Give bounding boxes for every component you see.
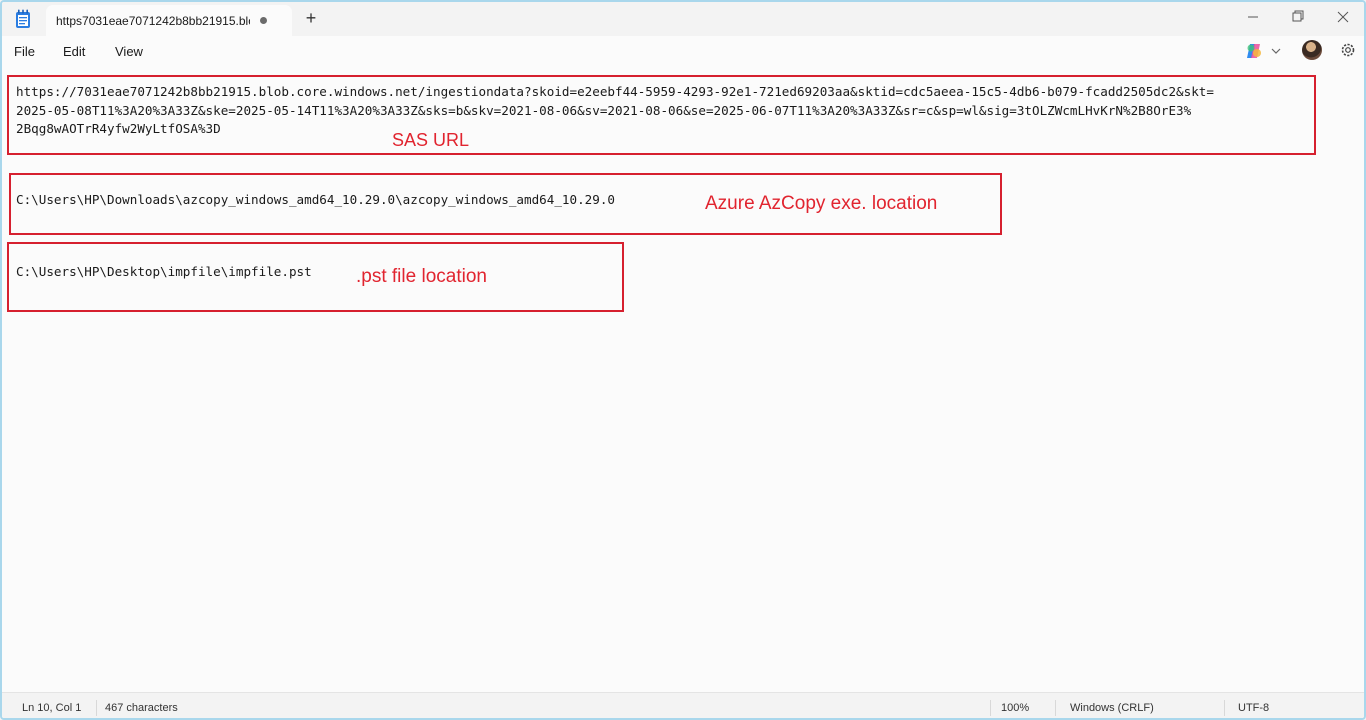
notepad-icon — [16, 9, 30, 28]
menu-edit[interactable]: Edit — [63, 44, 85, 59]
new-tab-button[interactable]: + — [300, 8, 322, 30]
sas-url-annotation: SAS URL — [392, 130, 470, 150]
pst-highlight-box — [7, 242, 624, 312]
notepad-window: https7031eae7071242b8bb21915.blob.core.w… — [0, 0, 1366, 720]
menu-bar: File Edit View — [2, 36, 1364, 66]
text-editor[interactable]: https://7031eae7071242b8bb21915.blob.cor… — [2, 66, 1364, 691]
character-count: 467 characters — [105, 702, 178, 714]
copilot-icon[interactable] — [1245, 42, 1263, 60]
minimize-button[interactable] — [1238, 6, 1268, 28]
tab-title: https7031eae7071242b8bb21915.blob.core.w… — [56, 14, 250, 28]
status-divider — [1224, 700, 1225, 716]
unsaved-indicator-icon[interactable] — [260, 17, 267, 24]
status-divider — [990, 700, 991, 716]
chevron-down-icon[interactable] — [1270, 46, 1282, 56]
plus-icon: + — [305, 8, 317, 28]
status-divider — [1055, 700, 1056, 716]
tab-document[interactable]: https7031eae7071242b8bb21915.blob.core.w… — [46, 5, 292, 36]
avatar[interactable] — [1302, 40, 1322, 60]
status-bar: Ln 10, Col 1 467 characters 100% Windows… — [2, 692, 1364, 718]
menu-file[interactable]: File — [14, 44, 35, 59]
gear-icon[interactable] — [1339, 41, 1357, 59]
zoom-level[interactable]: 100% — [1001, 702, 1029, 714]
status-divider — [96, 700, 97, 716]
pst-annotation: .pst file location — [356, 266, 487, 287]
azcopy-annotation: Azure AzCopy exe. location — [705, 193, 938, 214]
close-button[interactable] — [1328, 6, 1358, 28]
line-ending[interactable]: Windows (CRLF) — [1070, 702, 1154, 714]
menu-view[interactable]: View — [115, 44, 143, 59]
maximize-button[interactable] — [1282, 6, 1312, 28]
cursor-position[interactable]: Ln 10, Col 1 — [22, 702, 81, 714]
title-bar: https7031eae7071242b8bb21915.blob.core.w… — [2, 2, 1364, 36]
sas-url-highlight-box — [7, 75, 1316, 155]
encoding[interactable]: UTF-8 — [1238, 702, 1269, 714]
